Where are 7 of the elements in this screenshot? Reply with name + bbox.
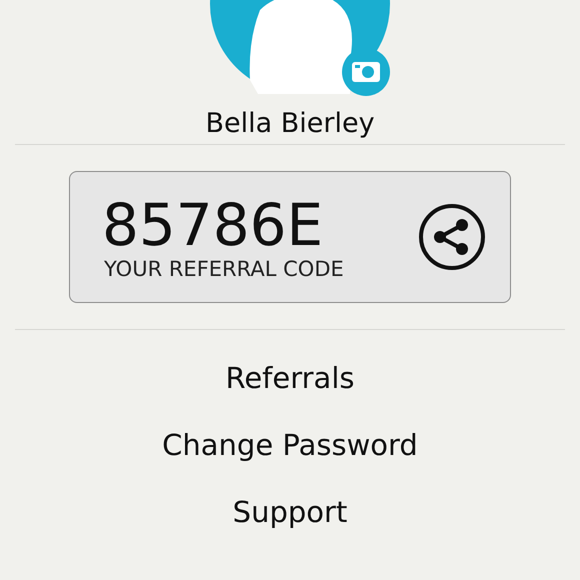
referral-code-label: YOUR REFERRAL CODE (104, 257, 344, 281)
user-name: Bella Bierley (205, 107, 375, 141)
menu-link[interactable]: Support (232, 492, 348, 533)
menu-link[interactable]: Referrals (225, 358, 354, 399)
share-icon[interactable] (418, 203, 486, 271)
referral-code: 85786E (102, 193, 324, 257)
menu-link[interactable]: Change Password (162, 425, 418, 466)
